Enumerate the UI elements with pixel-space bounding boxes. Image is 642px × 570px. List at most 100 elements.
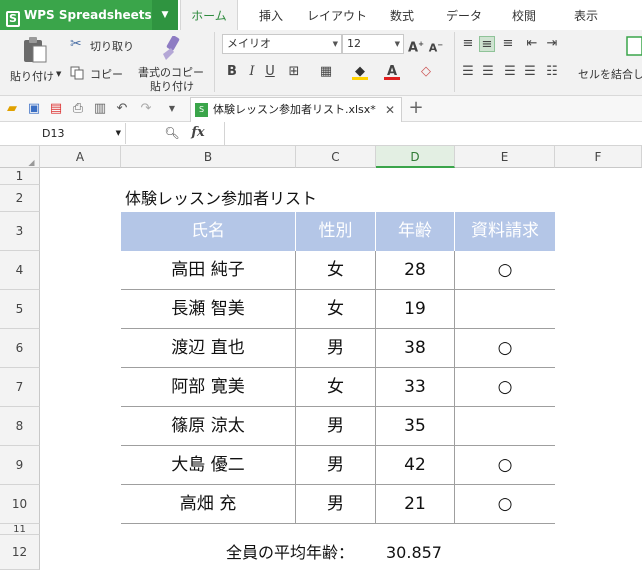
pdf-icon[interactable]: ▤ [48,101,64,117]
merge-cells-button[interactable]: セルを結合し [574,36,642,92]
cell-name[interactable]: 高畑 充 [121,485,296,524]
redo-icon[interactable]: ↷ [138,101,154,117]
document-tab[interactable]: S 体験レッスン参加者リスト.xlsx* ✕ [190,97,402,122]
print-icon[interactable]: ⎙ [70,101,86,117]
tab-home[interactable]: ホーム [180,0,238,30]
grow-font-icon[interactable]: A+ [408,36,424,55]
cell-name[interactable]: 高田 純子 [121,251,296,290]
undo-icon[interactable]: ↶ [114,101,130,117]
cell-border-icon[interactable]: ▦ [318,64,334,80]
align-top-icon[interactable]: ≡ [460,36,476,52]
font-name-select[interactable]: メイリオ ▼ [222,34,342,54]
fx-icon[interactable]: fx [188,125,208,141]
cell-age[interactable]: 21 [376,485,455,524]
row-header-3[interactable]: 3 [0,212,40,251]
app-menu-dropdown[interactable]: ▼ [152,0,178,30]
cell-name[interactable]: 阿部 寛美 [121,368,296,407]
cell-gender[interactable]: 女 [296,251,376,290]
cell-gender[interactable]: 男 [296,446,376,485]
cell-age[interactable]: 19 [376,290,455,329]
decrease-indent-icon[interactable]: ⇤ [524,36,540,52]
cell-age[interactable]: 28 [376,251,455,290]
fill-color-icon[interactable]: ◆ [352,64,368,80]
row-header-6[interactable]: 6 [0,329,40,368]
print-preview-icon[interactable]: ▥ [92,101,108,117]
cell-request[interactable]: ○ [455,485,555,524]
formula-input[interactable] [224,122,642,145]
row-header-12[interactable]: 12 [0,535,40,570]
cell-request[interactable]: ○ [455,368,555,407]
cell-gender[interactable]: 男 [296,485,376,524]
copy-button[interactable]: コピー [70,64,130,82]
scissors-icon: ✂ [70,36,82,52]
new-tab-icon[interactable]: + [408,99,424,117]
row-header-7[interactable]: 7 [0,368,40,407]
cell-request[interactable] [455,407,555,446]
save-icon[interactable]: ▣ [26,101,42,117]
tab-layout[interactable]: レイアウト [303,0,371,30]
tab-view[interactable]: 表示 [564,0,608,30]
format-painter-button[interactable]: 書式のコピー 貼り付け [136,34,206,93]
bold-icon[interactable]: B [224,64,240,80]
cell-request[interactable]: ○ [455,329,555,368]
row-header-11[interactable]: 11 [0,524,40,535]
tab-review[interactable]: 校閲 [502,0,546,30]
distributed-icon[interactable]: ☷ [544,64,560,80]
font-size-select[interactable]: 12 ▼ [342,34,404,54]
font-color-icon[interactable]: A [384,64,400,80]
row-header-1[interactable]: 1 [0,168,40,185]
paste-button[interactable]: 貼り付け ▼ [8,34,61,90]
cell-name[interactable]: 渡辺 直也 [121,329,296,368]
zoom-function-icon[interactable]: 🔍︎ [164,125,180,141]
align-right-icon[interactable]: ☰ [502,64,518,80]
cell-request[interactable]: ○ [455,446,555,485]
tab-insert[interactable]: 挿入 [248,0,294,30]
shrink-font-icon[interactable]: A− [428,37,444,55]
cell-name[interactable]: 長瀬 智美 [121,290,296,329]
column-header-f[interactable]: F [555,146,642,168]
close-icon[interactable]: ✕ [385,98,395,122]
column-header-a[interactable]: A [40,146,121,168]
column-header-d[interactable]: D [376,146,455,168]
column-header-e[interactable]: E [455,146,555,168]
row-header-10[interactable]: 10 [0,485,40,524]
cell-request[interactable] [455,290,555,329]
open-folder-icon[interactable]: ▰ [4,101,20,117]
clear-format-icon[interactable]: ◇ [418,64,434,80]
tab-data[interactable]: データ [440,0,488,30]
app-menu-button[interactable]: S WPS Spreadsheets [0,0,152,30]
cut-button[interactable]: ✂ 切り取り [70,36,134,54]
column-header-b[interactable]: B [121,146,296,168]
cell-gender[interactable]: 女 [296,290,376,329]
row-header-8[interactable]: 8 [0,407,40,446]
clipboard-icon [24,37,47,63]
cell-gender[interactable]: 男 [296,407,376,446]
align-middle-icon[interactable]: ≡ [479,36,495,52]
row-header-5[interactable]: 5 [0,290,40,329]
align-left-icon[interactable]: ☰ [460,64,476,80]
border-icon[interactable]: ⊞ [286,64,302,80]
justify-icon[interactable]: ☰ [522,64,538,80]
underline-icon[interactable]: U [262,64,278,80]
column-header-c[interactable]: C [296,146,376,168]
row-header-9[interactable]: 9 [0,446,40,485]
customize-toolbar-icon[interactable]: ▼ [164,101,180,117]
cell-age[interactable]: 42 [376,446,455,485]
cell-age[interactable]: 33 [376,368,455,407]
italic-icon[interactable]: I [244,64,260,80]
cell-gender[interactable]: 女 [296,368,376,407]
cell-name[interactable]: 大島 優二 [121,446,296,485]
align-center-icon[interactable]: ☰ [480,64,496,80]
align-bottom-icon[interactable]: ≡ [500,36,516,52]
cell-name[interactable]: 篠原 涼太 [121,407,296,446]
cell-age[interactable]: 38 [376,329,455,368]
cell-request[interactable]: ○ [455,251,555,290]
tab-formulas[interactable]: 数式 [380,0,424,30]
row-header-2[interactable]: 2 [0,185,40,212]
name-box[interactable]: D13 ▼ [0,123,126,144]
select-all-corner[interactable]: ◢ [0,146,40,168]
cell-gender[interactable]: 男 [296,329,376,368]
cell-age[interactable]: 35 [376,407,455,446]
increase-indent-icon[interactable]: ⇥ [544,36,560,52]
row-header-4[interactable]: 4 [0,251,40,290]
